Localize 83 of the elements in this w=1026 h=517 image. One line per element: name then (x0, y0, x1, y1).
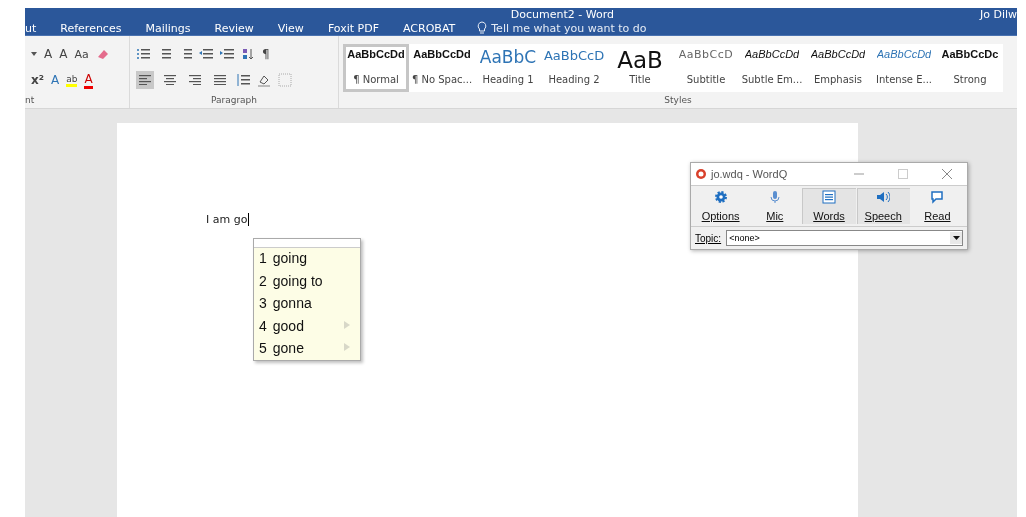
document-text: I am go (206, 213, 250, 226)
style-name: Title (629, 74, 651, 85)
style-sample: AaBbCcD (544, 49, 604, 62)
window-title: Document2 - Word (509, 8, 616, 21)
toolbar-button[interactable]: Words (802, 188, 856, 224)
dropdown-caret-icon[interactable] (31, 52, 37, 56)
gear-icon[interactable] (713, 190, 728, 204)
style-gallery-item[interactable]: AaBbCcDc Strong (937, 44, 1003, 92)
speaker-icon[interactable] (876, 190, 891, 204)
prediction-item[interactable]: 5 gone (254, 337, 360, 360)
close-icon[interactable] (942, 169, 952, 179)
font-button[interactable]: A (44, 47, 53, 61)
style-name: Subtitle (686, 74, 726, 85)
style-name: Emphasis (813, 74, 863, 85)
style-gallery-item[interactable]: AaBbCcDd ¶ Normal (343, 44, 409, 92)
prediction-item[interactable]: 1 going (254, 247, 360, 270)
style-sample: AaBbCcDd (744, 49, 800, 60)
style-gallery-item[interactable]: AaBbCcDd Intense E... (871, 44, 937, 92)
style-name: ¶ No Spac... (412, 74, 472, 85)
font-button[interactable]: A (51, 73, 60, 87)
style-sample: AaBbC (479, 49, 537, 66)
sort-icon[interactable] (241, 47, 255, 61)
style-sample: AaBbCcDd (810, 49, 866, 60)
toolbar-button[interactable]: Options (694, 188, 748, 224)
dropdown-caret-icon[interactable] (952, 236, 960, 240)
style-gallery-item[interactable]: AaBbCcD Subtitle (673, 44, 739, 92)
wordq-title: jo.wdq - WordQ (711, 168, 789, 180)
style-name: Heading 1 (482, 74, 534, 85)
microphone-icon[interactable] (767, 190, 782, 204)
show-formatting-button[interactable]: ¶ (262, 47, 270, 61)
ribbon-tab[interactable]: Mailings (133, 21, 203, 35)
toolbar-button[interactable]: Mic (748, 188, 802, 224)
user-name[interactable]: Jo Dilw (979, 8, 1017, 21)
shading-icon[interactable] (257, 73, 271, 87)
topic-dropdown[interactable]: <none> (726, 230, 963, 246)
style-sample: AaBbCcDd (876, 49, 932, 60)
style-sample: AaB (617, 49, 663, 72)
style-gallery-item[interactable]: AaBbCcDd Subtle Em... (739, 44, 805, 92)
group-label: Styles (664, 95, 692, 105)
ribbon-tab[interactable]: Review (202, 21, 266, 35)
ribbon-tab[interactable]: References (48, 21, 134, 35)
group-label: nt (25, 95, 35, 105)
ribbon-tab[interactable]: ut (25, 21, 49, 35)
style-gallery-item[interactable]: AaBbCcDd ¶ No Spac... (409, 44, 475, 92)
prediction-item[interactable]: 2 going to (254, 269, 360, 292)
style-gallery-item[interactable]: AaBbCcDd Emphasis (805, 44, 871, 92)
topic-label: Topic: (695, 232, 722, 244)
decrease-indent-icon[interactable] (199, 47, 213, 61)
style-gallery-item[interactable]: AaB Title (607, 44, 673, 92)
list-icon[interactable] (822, 190, 836, 204)
lightbulb-icon[interactable] (477, 21, 488, 35)
app-logo-icon (695, 168, 707, 180)
style-name: Strong (953, 74, 987, 85)
ribbon-tab[interactable]: View (265, 21, 316, 35)
font-button[interactable]: Aa (74, 47, 89, 61)
ribbon-tab[interactable]: Foxit PDF (315, 21, 391, 35)
font-button[interactable]: A (84, 71, 93, 89)
group-label: Paragraph (210, 95, 258, 105)
toolbar-button[interactable]: Read (910, 188, 964, 224)
font-button[interactable]: ab (66, 73, 78, 87)
style-name: ¶ Normal (353, 74, 399, 85)
font-button[interactable]: A (59, 47, 68, 61)
font-button[interactable]: x² (31, 73, 44, 87)
prediction-item[interactable]: 4 good (254, 314, 360, 337)
ribbon-tab[interactable]: ACROBAT (391, 21, 468, 35)
style-sample: AaBbCcDd (413, 49, 471, 60)
prediction-item[interactable]: 3 gonna (254, 292, 360, 315)
style-gallery-item[interactable]: AaBbCcD Heading 2 (541, 44, 607, 92)
style-name: Subtle Em... (742, 74, 802, 85)
increase-indent-icon[interactable] (220, 47, 234, 61)
speech-bubble-icon[interactable] (930, 190, 945, 204)
tell-me-field[interactable]: Tell me what you want to do (491, 21, 647, 35)
style-sample: AaBbCcD (678, 49, 734, 60)
style-sample: AaBbCcDd (347, 49, 405, 60)
style-gallery-item[interactable]: AaBbC Heading 1 (475, 44, 541, 92)
toolbar-button[interactable]: Speech (856, 188, 910, 224)
style-sample: AaBbCcDc (941, 49, 999, 60)
eraser-icon[interactable] (95, 47, 110, 61)
align-button[interactable] (136, 71, 154, 89)
style-name: Heading 2 (548, 74, 600, 85)
style-name: Intense E... (875, 74, 933, 85)
bullets-icon[interactable] (136, 47, 150, 61)
line-spacing-icon[interactable] (236, 73, 250, 87)
